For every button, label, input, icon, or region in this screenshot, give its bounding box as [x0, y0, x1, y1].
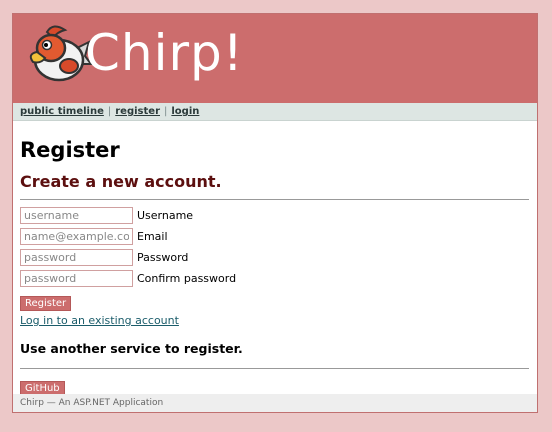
page-title: Register [20, 138, 120, 162]
confirm-password-label: Confirm password [137, 272, 237, 285]
email-input[interactable] [20, 228, 133, 245]
username-label: Username [137, 209, 194, 222]
brand-title: Chirp! [85, 24, 244, 82]
register-button[interactable]: Register [20, 296, 72, 311]
divider [20, 368, 529, 369]
page-container: Chirp! public timeline | register | login Re… [12, 13, 538, 413]
login-existing-link[interactable]: Log in to an existing account [20, 314, 529, 327]
confirm-password-input[interactable] [20, 270, 133, 287]
bird-logo-icon [29, 25, 93, 82]
username-input[interactable] [20, 207, 133, 224]
password-row: Password [20, 247, 529, 268]
main-content: Register Create a new account. Username … [13, 138, 537, 396]
page-subtitle: Create a new account. [20, 172, 222, 191]
site-header: Chirp! [13, 14, 537, 103]
nav-bar: public timeline | register | login [13, 103, 537, 121]
site-footer: Chirp — An ASP.NET Application [13, 394, 537, 412]
email-label: Email [137, 230, 168, 243]
nav-register[interactable]: register [115, 106, 160, 117]
email-row: Email [20, 226, 529, 247]
nav-login[interactable]: login [171, 106, 199, 117]
nav-public-timeline[interactable]: public timeline [20, 106, 104, 117]
external-login-heading: Use another service to register. [20, 341, 243, 356]
nav-separator: | [164, 106, 168, 117]
divider [20, 199, 529, 200]
username-row: Username [20, 205, 529, 226]
nav-separator: | [107, 106, 112, 117]
password-input[interactable] [20, 249, 133, 266]
password-label: Password [137, 251, 189, 264]
confirm-password-row: Confirm password [20, 268, 529, 289]
